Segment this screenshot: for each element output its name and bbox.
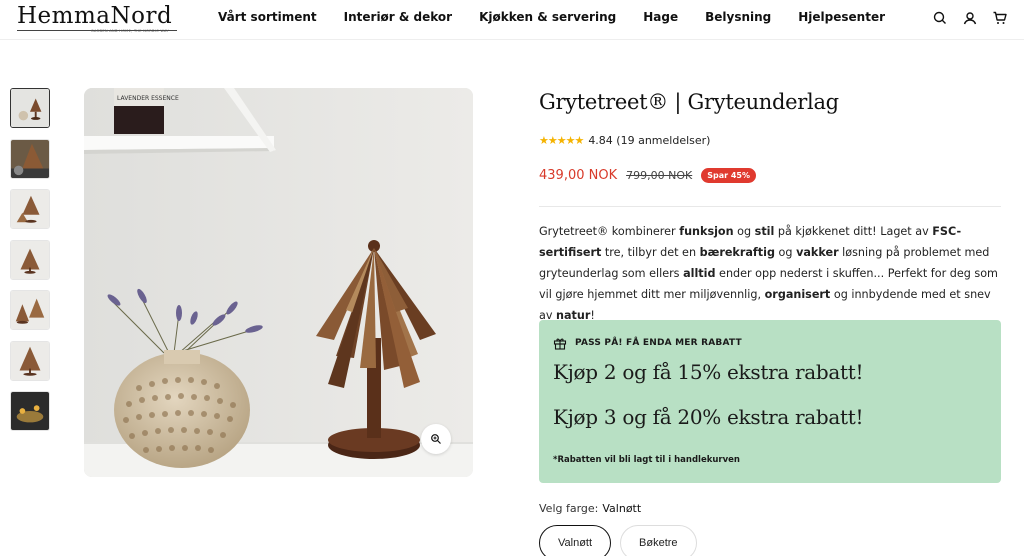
nav-item-help[interactable]: Hjelpesenter <box>798 10 885 24</box>
promo-heading: PASS PÅ! FÅ ENDA MER RABATT <box>553 336 742 350</box>
thumbnail-4[interactable] <box>10 239 50 280</box>
product-rating[interactable]: ★★★★★ 4.84 (19 anmeldelser) <box>539 134 710 147</box>
logo[interactable]: HemmaNord GARDEN AND HOME, THE NORDIC WA… <box>17 2 187 33</box>
zoom-button[interactable] <box>421 424 451 454</box>
thumbnail-2[interactable] <box>10 138 50 179</box>
color-label: Velg farge: Valnøtt <box>539 502 641 515</box>
bottle-label: LAVENDER ESSENCE <box>117 95 179 102</box>
color-label-text: Velg farge: <box>539 502 599 515</box>
promo-box: PASS PÅ! FÅ ENDA MER RABATT Kjøp 2 og få… <box>539 320 1001 483</box>
product-title: Grytetreet® | Gryteunderlag <box>539 90 839 114</box>
color-selected-value: Valnøtt <box>602 502 642 515</box>
nav-item-lighting[interactable]: Belysning <box>705 10 771 24</box>
main-nav: Vårt sortiment Interiør & dekor Kjøkken … <box>218 10 912 24</box>
thumbnail-list <box>10 88 52 442</box>
nav-item-sortiment[interactable]: Vårt sortiment <box>218 10 317 24</box>
gift-icon <box>553 338 567 350</box>
promo-heading-text: PASS PÅ! FÅ ENDA MER RABATT <box>575 338 742 348</box>
site-header: HemmaNord GARDEN AND HOME, THE NORDIC WA… <box>0 0 1024 40</box>
thumbnail-5[interactable] <box>10 290 50 330</box>
rating-text: 4.84 (19 anmeldelser) <box>588 134 711 147</box>
promo-note: *Rabatten vil bli lagt til i handlekurve… <box>553 455 740 465</box>
promo-line-2: Kjøp 3 og få 20% ekstra rabatt! <box>553 405 864 429</box>
thumbnail-6[interactable] <box>10 340 50 381</box>
price-sale: 439,00 NOK <box>539 168 618 183</box>
product-description: Grytetreet® kombinerer funksjon og stil … <box>539 225 998 322</box>
thumbnail-1[interactable] <box>10 88 50 128</box>
logo-tagline: GARDEN AND HOME, THE NORDIC WAY <box>91 29 169 33</box>
price-block: 439,00 NOK 799,00 NOK Spar 45% <box>539 168 756 183</box>
color-options: Valnøtt Bøketre <box>539 525 697 556</box>
cart-icon[interactable] <box>992 10 1008 26</box>
color-option-valnott[interactable]: Valnøtt <box>539 525 612 556</box>
zoom-icon <box>431 434 441 444</box>
divider <box>539 206 1001 207</box>
thumbnail-7[interactable] <box>10 391 50 431</box>
search-icon[interactable] <box>932 10 948 26</box>
star-rating-icon: ★★★★★ <box>539 134 584 147</box>
account-icon[interactable] <box>962 10 978 26</box>
nav-item-kitchen[interactable]: Kjøkken & servering <box>479 10 616 24</box>
discount-badge: Spar 45% <box>701 168 756 183</box>
logo-text: HemmaNord <box>17 3 173 29</box>
thumbnail-3[interactable] <box>10 189 50 229</box>
product-main-image[interactable]: LAVENDER ESSENCE <box>84 88 473 477</box>
nav-item-garden[interactable]: Hage <box>643 10 678 24</box>
price-compare: 799,00 NOK <box>626 169 693 182</box>
promo-line-1: Kjøp 2 og få 15% ekstra rabatt! <box>553 360 864 384</box>
header-icons <box>932 10 1008 26</box>
nav-item-interior[interactable]: Interiør & dekor <box>344 10 452 24</box>
color-option-boketre[interactable]: Bøketre <box>620 525 697 556</box>
